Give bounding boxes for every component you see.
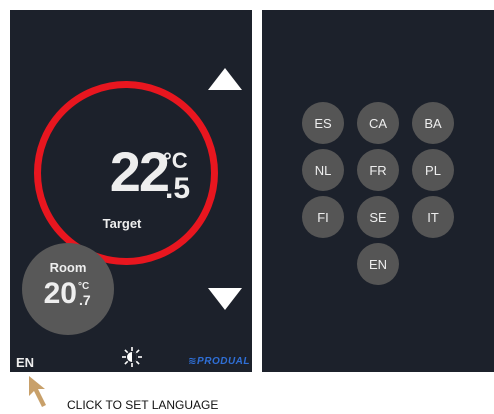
target-temp-decimal: .5	[165, 172, 191, 205]
decrease-temp-button[interactable]	[208, 288, 242, 310]
language-grid: ES CA BA NL FR PL FI SE IT EN	[262, 10, 494, 372]
brand-logo: ≋PRODUAL	[188, 356, 250, 367]
increase-temp-button[interactable]	[208, 68, 242, 90]
language-option-ca[interactable]: CA	[357, 102, 399, 144]
thermostat-panel: 22 °C .5 Target Room 20 °C .7 EN ≋PRODUA…	[10, 10, 252, 372]
sun-icon[interactable]	[121, 346, 143, 368]
language-option-se[interactable]: SE	[357, 196, 399, 238]
room-temp-circle: Room 20 °C .7	[22, 243, 114, 335]
language-option-fr[interactable]: FR	[357, 149, 399, 191]
language-option-en[interactable]: EN	[357, 243, 399, 285]
room-temp-integer: 20	[43, 277, 77, 310]
language-option-pl[interactable]: PL	[412, 149, 454, 191]
room-label: Room	[49, 260, 87, 275]
target-temp-unit: °C	[163, 148, 188, 173]
room-temp-decimal: .7	[79, 292, 91, 308]
language-option-fi[interactable]: FI	[302, 196, 344, 238]
target-label: Target	[102, 216, 142, 231]
arrow-icon	[29, 376, 46, 407]
language-option-nl[interactable]: NL	[302, 149, 344, 191]
target-temp-integer: 22	[109, 140, 170, 203]
language-option-es[interactable]: ES	[302, 102, 344, 144]
language-panel: ES CA BA NL FR PL FI SE IT EN	[262, 10, 494, 372]
language-hint: CLICK TO SET LANGUAGE	[67, 398, 219, 412]
language-option-ba[interactable]: BA	[412, 102, 454, 144]
language-button[interactable]: EN	[16, 355, 34, 370]
language-option-it[interactable]: IT	[412, 196, 454, 238]
